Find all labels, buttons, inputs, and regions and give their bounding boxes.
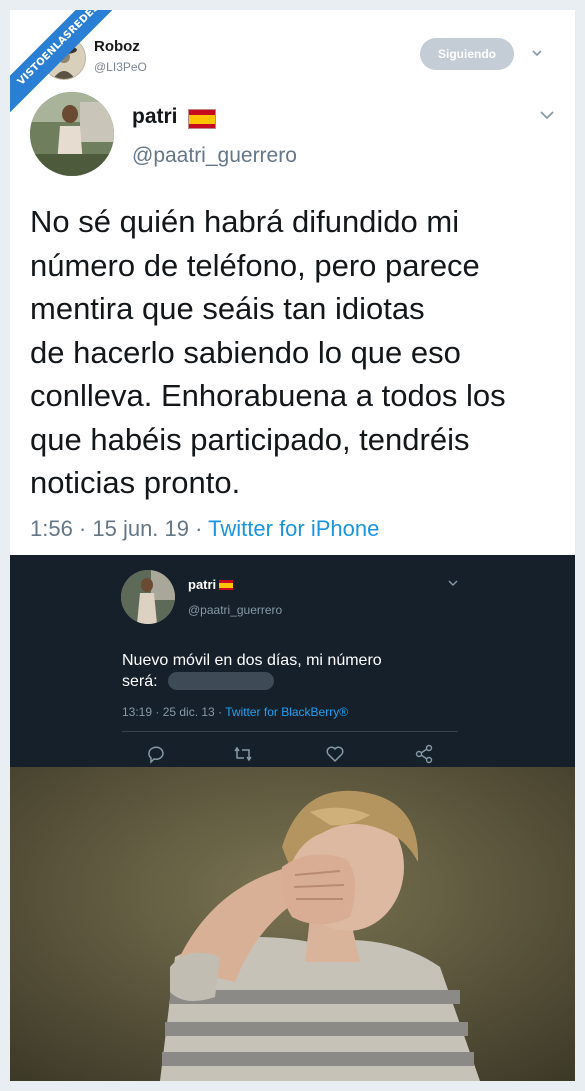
old-tweet-source[interactable]: Twitter for BlackBerry® [225,705,348,719]
spain-flag-icon [188,109,216,129]
retweeter-name[interactable]: Roboz [94,38,140,55]
old-tweet-timestamp: 13:19 · 25 dic. 13 · Twitter for BlackBe… [122,705,348,719]
tweet-line: que habéis participado, tendréis [30,421,470,457]
like-icon[interactable] [324,743,346,765]
old-tweet-time[interactable]: 13:19 · 25 dic. 13 · [122,705,225,719]
tweet-line: de hacerlo sabiendo lo que eso [30,334,461,370]
author-name[interactable]: patri [132,105,178,129]
tweet-line: conlleva. Enhorabuena a todos los [30,378,506,413]
tweet-text: No sé quién habrá difundido mi número de… [30,200,570,505]
author-handle[interactable]: @paatri_guerrero [132,144,297,168]
avatar[interactable] [121,570,175,624]
retweet-icon[interactable] [232,743,254,765]
retweeter-handle[interactable]: @LI3PeO [94,60,147,74]
reply-icon[interactable] [145,743,167,765]
tweet-line: noticias pronto. [30,465,241,500]
tweet-line: No sé quién habrá difundido mi [30,204,460,239]
chevron-down-icon[interactable] [538,106,556,129]
chevron-down-icon[interactable] [530,46,544,60]
divider [122,731,458,732]
redacted-number [168,672,274,690]
page-frame: VISTOENLASREDES Roboz @LI3PeO Siguiendo [0,0,585,1091]
chevron-down-icon[interactable] [447,577,459,592]
following-button[interactable]: Siguiendo [420,38,514,70]
tweet-source[interactable]: Twitter for iPhone [208,516,379,541]
embedded-old-tweet: patri @paatri_guerrero Nuevo móvil en do… [10,555,575,767]
avatar[interactable] [30,92,114,176]
tweet-timestamp: 1:56 · 15 jun. 19 · Twitter for iPhone [30,516,379,542]
tweet-time[interactable]: 1:56 · 15 jun. 19 · [30,516,208,541]
old-tweet-author-name[interactable]: patri [188,577,216,592]
old-tweet-line: Nuevo móvil en dos días, mi número [122,652,382,669]
tweet-line: número de teléfono, pero parece [30,247,480,283]
spain-flag-icon [219,580,233,590]
tweet-line: mentira que seáis tan idiotas [30,291,425,326]
old-tweet-author-handle[interactable]: @paatri_guerrero [188,603,282,617]
post-card: VISTOENLASREDES Roboz @LI3PeO Siguiendo [10,10,575,1081]
facepalm-photo [10,767,575,1081]
share-icon[interactable] [413,743,435,765]
